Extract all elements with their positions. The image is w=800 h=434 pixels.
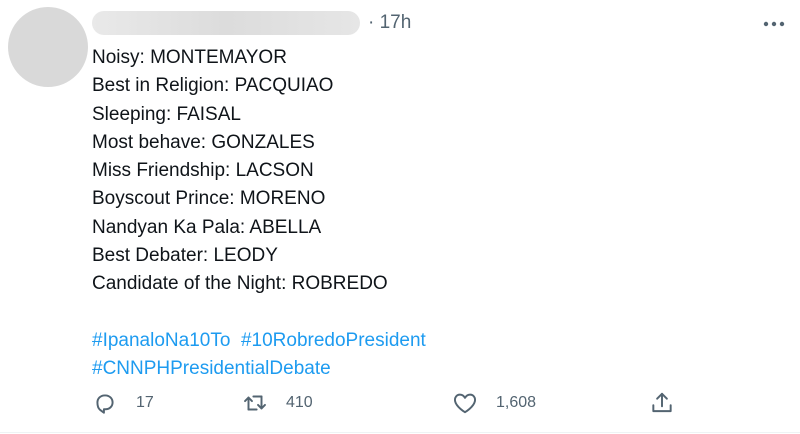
hashtag-link[interactable]: #10RobredoPresident bbox=[241, 330, 426, 351]
tweet-line: Miss Friendship: LACSON bbox=[92, 160, 314, 182]
tweet-actions: 17 410 1,608 bbox=[92, 386, 692, 420]
tweet-line: Boyscout Prince: MORENO bbox=[92, 188, 326, 210]
reply-button[interactable]: 17 bbox=[92, 386, 154, 420]
retweet-button[interactable]: 410 bbox=[242, 386, 313, 420]
tweet-line: Nandyan Ka Pala: ABELLA bbox=[92, 216, 322, 238]
redacted-user-name[interactable] bbox=[92, 11, 360, 35]
divider bbox=[0, 432, 800, 433]
share-button[interactable] bbox=[649, 386, 675, 420]
timestamp-text: 17h bbox=[379, 12, 412, 33]
tweet-header: · 17h bbox=[92, 10, 411, 36]
hashtag-link[interactable]: #IpanaloNa10To bbox=[92, 330, 230, 351]
reply-count: 17 bbox=[136, 394, 154, 411]
tweet-line: Noisy: MONTEMAYOR bbox=[92, 47, 287, 68]
tweet-text: Noisy: MONTEMAYOR Best in Religion: PACQ… bbox=[92, 44, 772, 383]
like-count: 1,608 bbox=[496, 394, 537, 411]
hashtag-link[interactable]: #CNNPHPresidentialDebate bbox=[92, 358, 331, 379]
avatar[interactable] bbox=[8, 7, 88, 87]
tweet-line: Best in Religion: PACQUIAO bbox=[92, 75, 334, 97]
like-button[interactable]: 1,608 bbox=[452, 386, 536, 420]
heart-icon bbox=[453, 393, 477, 414]
more-horizontal-icon bbox=[763, 21, 785, 27]
tweet-line: Sleeping: FAISAL bbox=[92, 103, 241, 125]
tweet-card[interactable]: · 17h Noisy: MONTEMAYOR Best in Religion… bbox=[0, 0, 800, 434]
separator-dot: · bbox=[368, 12, 375, 33]
reply-icon bbox=[96, 394, 114, 414]
tweet-line: Candidate of the Night: ROBREDO bbox=[92, 273, 388, 295]
share-icon bbox=[652, 392, 672, 413]
retweet-icon bbox=[244, 395, 266, 411]
timestamp[interactable]: · 17h bbox=[368, 12, 411, 34]
hashtag-line: #IpanaloNa10To #10RobredoPresident bbox=[92, 327, 772, 355]
tweet-line: Best Debater: LEODY bbox=[92, 245, 278, 267]
more-options-button[interactable] bbox=[762, 12, 786, 36]
retweet-count: 410 bbox=[286, 394, 313, 411]
hashtag-line: #CNNPHPresidentialDebate bbox=[92, 355, 772, 383]
tweet-line: Most behave: GONZALES bbox=[92, 131, 315, 153]
